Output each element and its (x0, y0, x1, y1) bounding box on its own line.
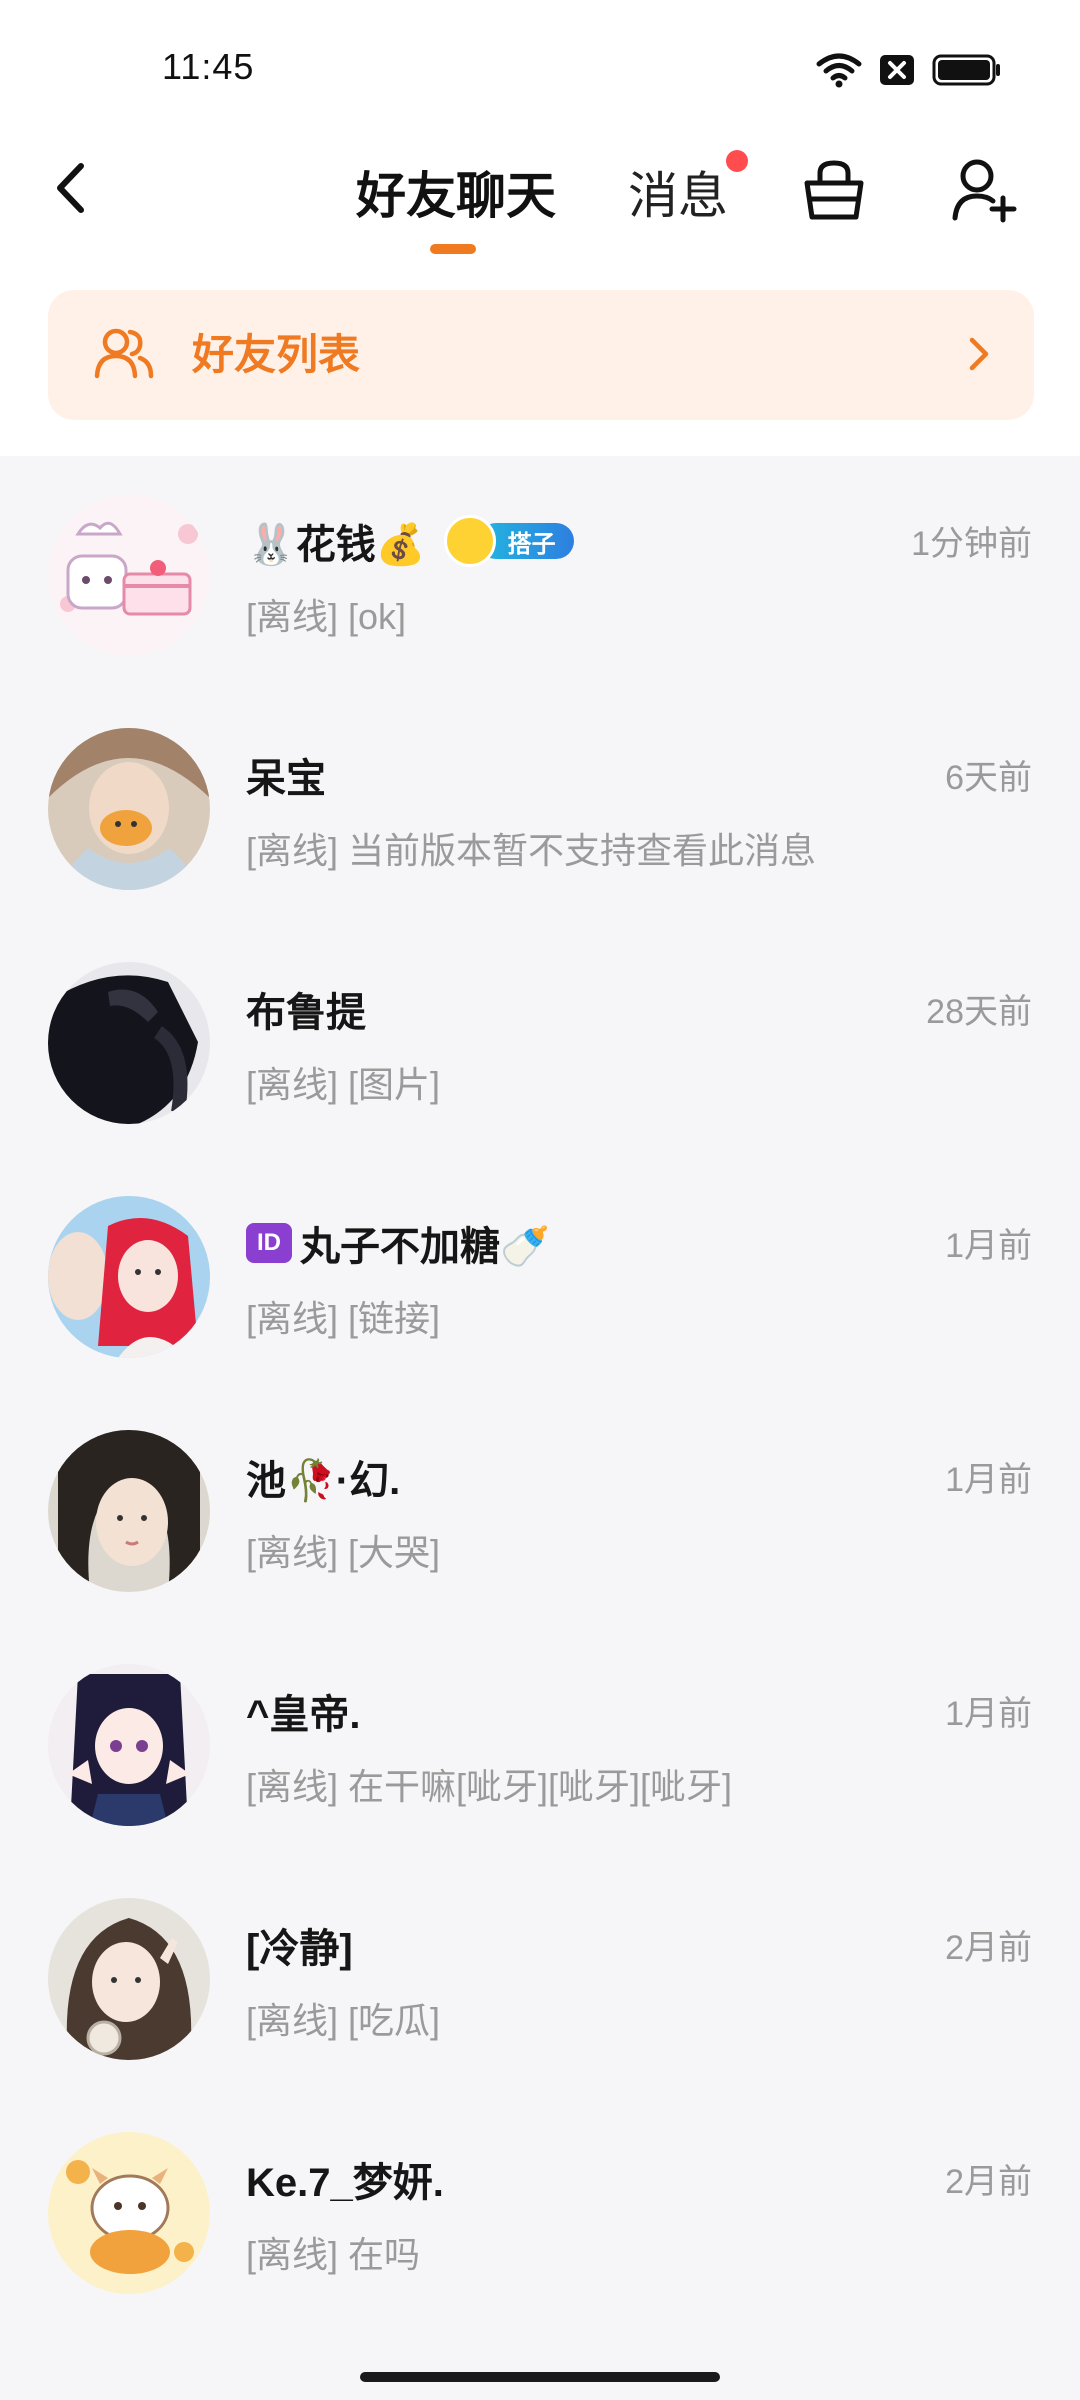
avatar (48, 728, 210, 890)
chat-name: ^皇帝. (246, 1693, 361, 1737)
chat-row[interactable]: ^皇帝. 1月前 [离线] 在干嘛[呲牙][呲牙][呲牙] (0, 1626, 1080, 1860)
partner-badge: 搭子 (443, 515, 574, 567)
users-icon (94, 326, 154, 387)
avatar (48, 1664, 210, 1826)
basket-icon (802, 157, 866, 228)
chat-name: 布鲁提 (246, 991, 366, 1035)
status-icons (816, 52, 1002, 92)
chat-row[interactable]: Ke.7_梦妍. 2月前 [离线] 在吗 (0, 2094, 1080, 2328)
battery-icon (932, 52, 1002, 93)
chat-preview: [离线] [ok] (246, 596, 407, 637)
status-time: 11:45 (162, 46, 255, 87)
avatar (48, 1430, 210, 1592)
unread-dot (726, 150, 748, 172)
chevron-right-icon (968, 334, 990, 379)
basket-button[interactable] (794, 148, 874, 236)
back-arrow-icon (53, 160, 87, 221)
chat-name: 呆宝 (246, 757, 326, 801)
chat-time: 2月前 (945, 1929, 1032, 1967)
chat-preview: [离线] 当前版本暂不支持查看此消息 (246, 830, 817, 871)
wifi-icon (816, 52, 862, 93)
sim-blocked-icon (878, 52, 916, 93)
chat-preview: [离线] [图片] (246, 1064, 441, 1105)
status-bar: 11:45 (0, 0, 1080, 130)
avatar (48, 494, 210, 656)
friends-list-banner[interactable]: 好友列表 (48, 290, 1034, 420)
chat-name: [冷静] (246, 1927, 353, 1971)
avatar (48, 2132, 210, 2294)
chat-name: 🐰花钱💰 搭子 (246, 512, 574, 570)
chat-name: Ke.7_梦妍. (246, 2161, 444, 2205)
chat-time: 1月前 (945, 1461, 1032, 1499)
chat-preview: [离线] [链接] (246, 1298, 441, 1339)
chat-name-text: 丸子不加糖🍼 (300, 1225, 550, 1269)
avatar (48, 962, 210, 1124)
chat-row[interactable]: 🐰花钱💰 搭子 1分钟前 [离线] [ok] (0, 456, 1080, 690)
badge-label: 搭子 (507, 530, 556, 558)
chat-name: ID 丸子不加糖🍼 (246, 1214, 550, 1272)
add-friend-button[interactable] (944, 148, 1024, 236)
avatar (48, 1196, 210, 1358)
header: 好友聊天 消息 (0, 130, 1080, 280)
chat-row[interactable]: 呆宝 6天前 [离线] 当前版本暂不支持查看此消息 (0, 690, 1080, 924)
badge-emoji-icon (443, 515, 496, 567)
tab-friend-chat[interactable]: 好友聊天 (356, 152, 556, 232)
chat-row[interactable]: 布鲁提 28天前 [离线] [图片] (0, 924, 1080, 1158)
chat-name: 池🥀·幻. (246, 1459, 401, 1503)
home-indicator[interactable] (360, 2372, 720, 2382)
chat-row[interactable]: [冷静] 2月前 [离线] [吃瓜] (0, 1860, 1080, 2094)
chat-time: 6天前 (945, 759, 1032, 797)
chat-time: 1月前 (945, 1695, 1032, 1733)
chat-preview: [离线] 在干嘛[呲牙][呲牙][呲牙] (246, 1766, 733, 1807)
chat-time: 1月前 (945, 1227, 1032, 1265)
chat-row[interactable]: 池🥀·幻. 1月前 [离线] [大哭] (0, 1392, 1080, 1626)
friends-list-label: 好友列表 (192, 331, 361, 378)
chat-preview: [离线] 在吗 (246, 2234, 421, 2275)
chat-name-text: 🐰花钱💰 (246, 523, 426, 567)
back-button[interactable] (40, 150, 100, 230)
add-user-icon (951, 156, 1017, 229)
chat-time: 1分钟前 (911, 525, 1032, 563)
chat-preview: [离线] [吃瓜] (246, 2000, 441, 2041)
id-badge: ID (246, 1223, 292, 1263)
chat-time: 28天前 (926, 993, 1032, 1031)
active-tab-indicator (430, 244, 476, 254)
chat-time: 2月前 (945, 2163, 1032, 2201)
tab-messages[interactable]: 消息 (628, 152, 728, 232)
chat-preview: [离线] [大哭] (246, 1532, 441, 1573)
chat-row[interactable]: ID 丸子不加糖🍼 1月前 [离线] [链接] (0, 1158, 1080, 1392)
avatar (48, 1898, 210, 2060)
